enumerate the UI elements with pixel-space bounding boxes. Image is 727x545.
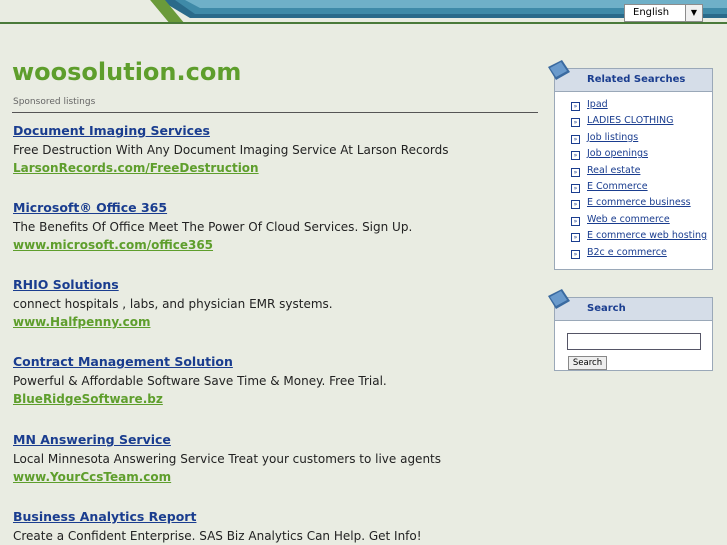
related-item-link[interactable]: Ipad [587, 99, 608, 110]
listing: Microsoft® Office 365 The Benefits Of Of… [13, 200, 533, 253]
related-item[interactable]: » Real estate [571, 165, 712, 181]
banner-graphic [0, 0, 727, 24]
listing-title-link[interactable]: MN Answering Service [13, 432, 533, 448]
related-item-link[interactable]: E commerce business [587, 197, 691, 208]
arrow-bullet-icon: » [571, 118, 580, 128]
dropdown-arrow-icon[interactable]: ▼ [685, 5, 702, 21]
related-item[interactable]: » E commerce business [571, 197, 712, 213]
listing-title-link[interactable]: Document Imaging Services [13, 123, 533, 139]
related-item-link[interactable]: LADIES CLOTHING [587, 115, 673, 126]
related-item[interactable]: » LADIES CLOTHING [571, 115, 712, 131]
listing-title-link[interactable]: Microsoft® Office 365 [13, 200, 533, 216]
arrow-bullet-icon: » [571, 200, 580, 210]
listing-description: Powerful & Affordable Software Save Time… [13, 374, 387, 388]
related-item-link[interactable]: Real estate [587, 165, 640, 176]
arrow-bullet-icon: » [571, 134, 580, 144]
listing-url-link[interactable]: BlueRidgeSoftware.bz [13, 391, 533, 407]
related-searches-list: » Ipad » LADIES CLOTHING » Job listings » Jo… [555, 92, 712, 263]
related-item-link[interactable]: E Commerce [587, 181, 648, 192]
arrow-bullet-icon: » [571, 151, 580, 161]
top-banner: English ▼ [0, 0, 727, 24]
listing-title-link[interactable]: RHIO Solutions [13, 277, 533, 293]
listing-url-link[interactable]: www.microsoft.com/office365 [13, 237, 533, 253]
related-item-link[interactable]: Web e commerce [587, 214, 670, 225]
listing-description: The Benefits Of Office Meet The Power Of… [13, 220, 413, 234]
listing-url-link[interactable]: www.YourCcsTeam.com [13, 469, 533, 485]
related-searches-header: Related Searches [555, 69, 712, 92]
related-searches-heading: Related Searches [587, 74, 686, 85]
listing-description: Free Destruction With Any Document Imagi… [13, 143, 449, 157]
search-magnifier-icon [548, 60, 570, 80]
listing: Contract Management Solution Powerful & … [13, 354, 533, 407]
arrow-bullet-icon: » [571, 183, 580, 193]
search-button[interactable]: Search [568, 356, 607, 370]
search-panel: Search Search [554, 297, 713, 371]
language-select[interactable]: English ▼ [624, 4, 703, 22]
listing-title-link[interactable]: Business Analytics Report [13, 509, 533, 525]
related-item[interactable]: » Web e commerce [571, 214, 712, 230]
related-item[interactable]: » Ipad [571, 99, 712, 115]
listing-url-link[interactable]: LarsonRecords.com/FreeDestruction [13, 160, 533, 176]
listing: MN Answering Service Local Minnesota Ans… [13, 432, 533, 485]
related-item[interactable]: » Job openings [571, 148, 712, 164]
arrow-bullet-icon: » [571, 102, 580, 111]
listing-description: Local Minnesota Answering Service Treat … [13, 452, 442, 466]
arrow-bullet-icon: » [571, 249, 580, 259]
related-item[interactable]: » E Commerce [571, 181, 712, 197]
sponsored-label: Sponsored listings [13, 97, 96, 107]
related-item[interactable]: » Job listings [571, 132, 712, 148]
related-item-link[interactable]: B2c e commerce [587, 247, 667, 258]
listing-title-link[interactable]: Contract Management Solution [13, 354, 533, 370]
related-item-link[interactable]: Job openings [587, 148, 648, 159]
search-panel-header: Search [555, 298, 712, 321]
listing: RHIO Solutions connect hospitals , labs,… [13, 277, 533, 330]
related-item[interactable]: » B2c e commerce [571, 247, 712, 263]
site-title: woosolution.com [12, 58, 242, 86]
arrow-bullet-icon: » [571, 167, 580, 177]
listing: Business Analytics Report Create a Confi… [13, 509, 533, 544]
listing-url-link[interactable]: www.Halfpenny.com [13, 314, 533, 330]
divider [12, 112, 538, 113]
related-item[interactable]: » E commerce web hosting [571, 230, 712, 246]
search-input[interactable] [567, 333, 701, 350]
search-panel-heading: Search [587, 303, 626, 314]
related-searches-panel: Related Searches » Ipad » LADIES CLOTHING … [554, 68, 713, 270]
listing: Document Imaging Services Free Destructi… [13, 123, 533, 176]
arrow-bullet-icon: » [571, 233, 580, 243]
related-item-link[interactable]: E commerce web hosting [587, 230, 707, 241]
language-value: English [633, 7, 670, 18]
listing-description: Create a Confident Enterprise. SAS Biz A… [13, 529, 422, 543]
arrow-bullet-icon: » [571, 216, 580, 226]
related-item-link[interactable]: Job listings [587, 132, 638, 143]
listing-description: connect hospitals , labs, and physician … [13, 297, 333, 311]
search-magnifier-icon [548, 289, 570, 309]
